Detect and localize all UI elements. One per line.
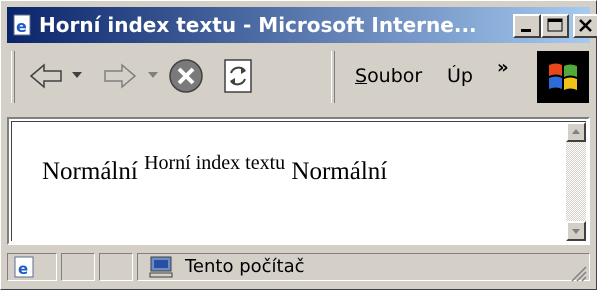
superscript-text: Horní index textu — [144, 152, 286, 174]
toolbar-grip-menu[interactable] — [331, 51, 335, 103]
svg-text:e: e — [16, 17, 27, 36]
menu-soubor[interactable]: Soubor — [355, 65, 422, 87]
window-title: Horní index textu - Microsoft Interne... — [39, 13, 477, 37]
scroll-up-icon — [572, 129, 580, 134]
computer-icon — [149, 256, 173, 278]
stop-icon[interactable] — [167, 57, 205, 95]
windows-flag-icon — [549, 63, 577, 90]
minimize-icon — [521, 29, 531, 32]
status-panel-main: e — [7, 253, 57, 281]
maximize-icon — [547, 18, 563, 32]
normal-text-2: Normální — [285, 158, 388, 185]
back-dropdown-icon[interactable] — [71, 71, 83, 81]
back-arrow-icon[interactable] — [27, 61, 67, 91]
menu-soubor-label: oubor — [367, 65, 423, 87]
maximize-button[interactable] — [541, 14, 569, 38]
minimize-button[interactable] — [513, 14, 541, 38]
title-bar[interactable]: e Horní index textu - Microsoft Interne.… — [7, 7, 597, 43]
browser-window: e Horní index textu - Microsoft Interne.… — [0, 0, 597, 290]
windows-logo — [537, 51, 589, 103]
close-icon — [579, 19, 592, 32]
normal-text-1: Normální — [42, 158, 145, 185]
refresh-icon[interactable] — [221, 57, 257, 95]
toolbar-grip[interactable] — [11, 51, 15, 103]
resize-grip-icon[interactable] — [568, 263, 588, 283]
vertical-scrollbar[interactable] — [566, 122, 586, 241]
zone-label: Tento počítač — [185, 256, 305, 277]
status-panel-3 — [99, 253, 133, 281]
ie-page-icon: e — [13, 14, 31, 36]
scroll-up-button[interactable] — [566, 122, 586, 142]
forward-dropdown-icon[interactable] — [147, 71, 159, 81]
page-viewport: Normální Horní index textu Normální — [11, 121, 586, 241]
status-panel-2 — [61, 253, 95, 281]
status-bar: e Tento počítač — [7, 249, 590, 285]
menu-soubor-accel: S — [355, 65, 368, 87]
page-content: Normální Horní index textu Normální — [7, 117, 590, 245]
menu-upravy[interactable]: Úp — [447, 65, 485, 87]
svg-text:e: e — [18, 260, 28, 278]
forward-arrow-icon[interactable] — [99, 61, 139, 91]
ie-status-icon: e — [14, 256, 34, 278]
toolbar: Soubor Úp » — [7, 47, 590, 107]
close-button[interactable] — [573, 14, 597, 38]
scroll-down-icon — [572, 229, 580, 234]
scroll-down-button[interactable] — [566, 221, 586, 241]
chevron-more-icon[interactable]: » — [497, 57, 509, 78]
page-text: Normální Horní index textu Normální — [42, 152, 388, 186]
